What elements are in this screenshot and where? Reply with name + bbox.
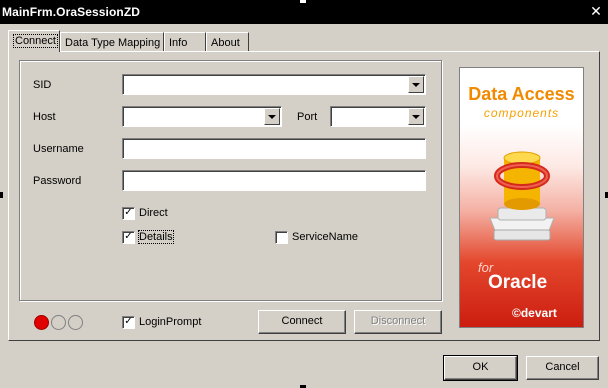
- ok-button[interactable]: OK: [443, 355, 518, 381]
- password-label: Password: [33, 175, 82, 187]
- sid-combo[interactable]: [122, 74, 426, 95]
- details-checkbox[interactable]: ✓: [122, 231, 135, 244]
- disconnect-button[interactable]: Disconnect: [354, 310, 442, 334]
- port-label: Port: [297, 111, 318, 123]
- database-cylinder-icon: [489, 151, 555, 241]
- chevron-down-icon[interactable]: [408, 76, 424, 93]
- tab-label: About: [211, 37, 240, 49]
- password-field[interactable]: [122, 170, 426, 191]
- tab-connect[interactable]: Connect: [8, 30, 60, 52]
- resize-handle-left[interactable]: [0, 192, 3, 198]
- devart-banner: Data Access components for Oracle ©devar…: [459, 67, 584, 328]
- tab-data-type-mapping[interactable]: Data Type Mapping: [60, 32, 164, 52]
- port-combo[interactable]: [330, 106, 426, 127]
- username-field[interactable]: [122, 138, 426, 159]
- banner-subtitle: components: [483, 106, 560, 120]
- window-title: MainFrm.OraSessionZD: [2, 5, 141, 19]
- username-label: Username: [33, 143, 84, 155]
- title-bar[interactable]: MainFrm.OraSessionZD ✕: [0, 0, 608, 24]
- devart-logo: ©devart: [512, 306, 557, 320]
- loginprompt-checkbox[interactable]: ✓: [122, 316, 135, 329]
- chevron-down-icon[interactable]: [264, 108, 280, 125]
- check-icon: ✓: [124, 316, 133, 327]
- sid-label: SID: [33, 79, 52, 91]
- host-label: Host: [33, 111, 56, 123]
- host-combo[interactable]: [122, 106, 282, 127]
- servicename-label[interactable]: ServiceName: [292, 231, 358, 243]
- status-led: [68, 315, 83, 330]
- servicename-checkbox[interactable]: [275, 231, 288, 244]
- tab-label: Connect: [13, 34, 58, 48]
- check-icon: ✓: [124, 231, 133, 242]
- direct-label[interactable]: Direct: [139, 207, 168, 219]
- tab-about[interactable]: About: [206, 32, 249, 52]
- tab-label: Data Type Mapping: [65, 37, 161, 49]
- chevron-down-icon[interactable]: [408, 108, 424, 125]
- close-icon[interactable]: ✕: [588, 4, 604, 20]
- direct-checkbox[interactable]: ✓: [122, 207, 135, 220]
- tab-label: Info: [169, 37, 188, 49]
- details-label[interactable]: Details: [138, 230, 174, 244]
- connect-button[interactable]: Connect: [258, 310, 346, 334]
- status-led: [51, 315, 66, 330]
- cancel-button[interactable]: Cancel: [526, 356, 599, 380]
- tab-info[interactable]: Info: [164, 32, 206, 52]
- check-icon: ✓: [124, 207, 133, 218]
- dialog-window: MainFrm.OraSessionZD ✕ Connect Data Type…: [0, 0, 608, 388]
- banner-product: Oracle: [488, 272, 548, 293]
- status-led-active: [34, 315, 49, 330]
- loginprompt-label[interactable]: LoginPrompt: [139, 316, 201, 328]
- banner-title: Data Access: [468, 84, 575, 104]
- resize-handle-top[interactable]: [300, 0, 306, 3]
